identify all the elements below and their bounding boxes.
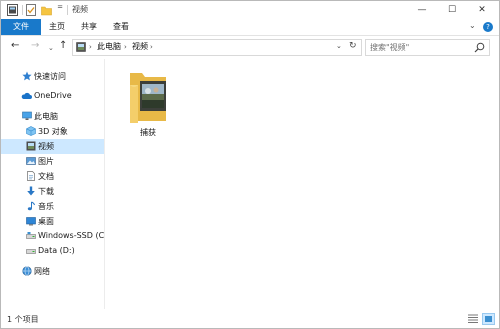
item-count: 1 个项目 [7,315,39,324]
toolbar-separator [67,5,68,15]
title-bar: = 视频 — ☐ ✕ [1,1,499,19]
network-icon [22,266,32,276]
sidebar-item-label: 音乐 [38,202,54,211]
video-icon [26,141,36,151]
sidebar-item-label: 桌面 [38,217,54,226]
tab-view[interactable]: 查看 [113,19,129,35]
search-box[interactable]: 搜索"视频" [365,39,490,56]
refresh-button[interactable]: ↻ [349,41,357,51]
breadcrumb-chevron-icon[interactable]: › [89,42,92,52]
tab-share[interactable]: 共享 [81,19,97,35]
up-button[interactable]: ↑ [59,40,67,52]
sidebar-item-onedrive[interactable]: OneDrive [1,89,104,104]
sidebar-item-label: 3D 对象 [38,127,68,136]
sidebar-item-label: 此电脑 [34,112,58,121]
sidebar-item-3d-objects[interactable]: 3D 对象 [1,124,104,139]
sidebar-item-this-pc[interactable]: 此电脑 [1,109,104,124]
address-bar[interactable]: › 此电脑 › 视频 › ⌄ ↻ [72,39,362,56]
search-icon[interactable] [474,42,485,53]
recent-locations-button[interactable]: ⌄ [48,42,54,54]
sidebar-item-documents[interactable]: 文档 [1,169,104,184]
sidebar-item-label: 网络 [34,267,50,276]
tab-home[interactable]: 主页 [49,19,65,35]
sidebar-item-desktop[interactable]: 桌面 [1,214,104,229]
drive-icon [26,232,36,239]
vertical-scrollbar[interactable] [490,59,498,309]
minimize-button[interactable]: — [408,1,436,19]
tab-file[interactable]: 文件 [1,19,41,35]
video-folder-icon [76,42,86,52]
breadcrumb-this-pc[interactable]: 此电脑 [97,41,121,53]
expand-ribbon-icon[interactable]: ⌄ [469,21,476,30]
sidebar-item-label: 文档 [38,172,54,181]
close-button[interactable]: ✕ [468,1,496,19]
address-dropdown-icon[interactable]: ⌄ [336,42,342,50]
folder-thumbnail-icon [130,73,166,123]
cloud-icon [21,92,32,99]
navigation-pane: 快速访问 OneDrive 此电脑 3D 对象 视频 图片 文档 下载 音乐 桌… [1,59,110,309]
ribbon-tab-bar: 文件 主页 共享 查看 ⌄ ? [1,19,499,36]
folder-name: 捕获 [140,128,156,137]
properties-icon[interactable] [26,4,36,16]
sidebar-item-music[interactable]: 音乐 [1,199,104,214]
file-list: 捕获 [105,59,485,309]
cube-icon [26,126,36,136]
desktop-icon [26,217,36,226]
drive-icon [26,249,36,254]
window-title: 视频 [72,5,88,14]
sidebar-item-network[interactable]: 网络 [1,264,104,279]
details-view-icon[interactable] [467,313,479,324]
search-placeholder: 搜索"视频" [370,43,410,52]
sidebar-item-label: 视频 [38,142,54,151]
sidebar-item-drive-d[interactable]: Data (D:) [1,244,104,259]
large-icons-view-icon[interactable] [482,313,495,325]
navigation-bar: ← → ⌄ ↑ › 此电脑 › 视频 › ⌄ ↻ 搜索"视频" [1,36,499,58]
sidebar-item-label: 图片 [38,157,54,166]
sidebar-item-quick-access[interactable]: 快速访问 [1,69,104,84]
sidebar-item-videos[interactable]: 视频 [1,139,104,154]
toolbar-separator [22,5,23,15]
sidebar-item-label: OneDrive [34,91,72,100]
sidebar-item-label: Windows-SSD (C:) [38,231,110,240]
customize-toolbar-icon[interactable]: = [56,3,64,15]
folder-item[interactable]: 捕获 [125,67,171,137]
breadcrumb-chevron-icon[interactable]: › [124,42,127,52]
explorer-app-icon[interactable] [7,4,18,16]
help-icon[interactable]: ? [483,22,493,32]
breadcrumb-videos[interactable]: 视频 [132,41,148,53]
new-folder-icon[interactable] [41,4,52,16]
maximize-button[interactable]: ☐ [438,1,466,19]
sidebar-item-pictures[interactable]: 图片 [1,154,104,169]
back-button[interactable]: ← [11,40,19,52]
sidebar-item-label: Data (D:) [38,246,75,255]
sidebar-item-label: 快速访问 [34,72,66,81]
status-bar: 1 个项目 [1,310,499,328]
forward-button[interactable]: → [31,40,39,52]
download-icon [27,186,35,196]
computer-icon [22,111,32,120]
music-icon [27,201,35,211]
picture-icon [26,157,36,165]
sidebar-item-downloads[interactable]: 下载 [1,184,104,199]
file-explorer-window: = 视频 — ☐ ✕ 文件 主页 共享 查看 ⌄ ? ← → ⌄ ↑ › 此电脑… [0,0,500,329]
sidebar-item-drive-c[interactable]: Windows-SSD (C:) [1,229,110,244]
breadcrumb-chevron-icon[interactable]: › [150,42,153,52]
document-icon [27,171,35,181]
sidebar-item-label: 下载 [38,187,54,196]
star-icon [22,71,32,81]
